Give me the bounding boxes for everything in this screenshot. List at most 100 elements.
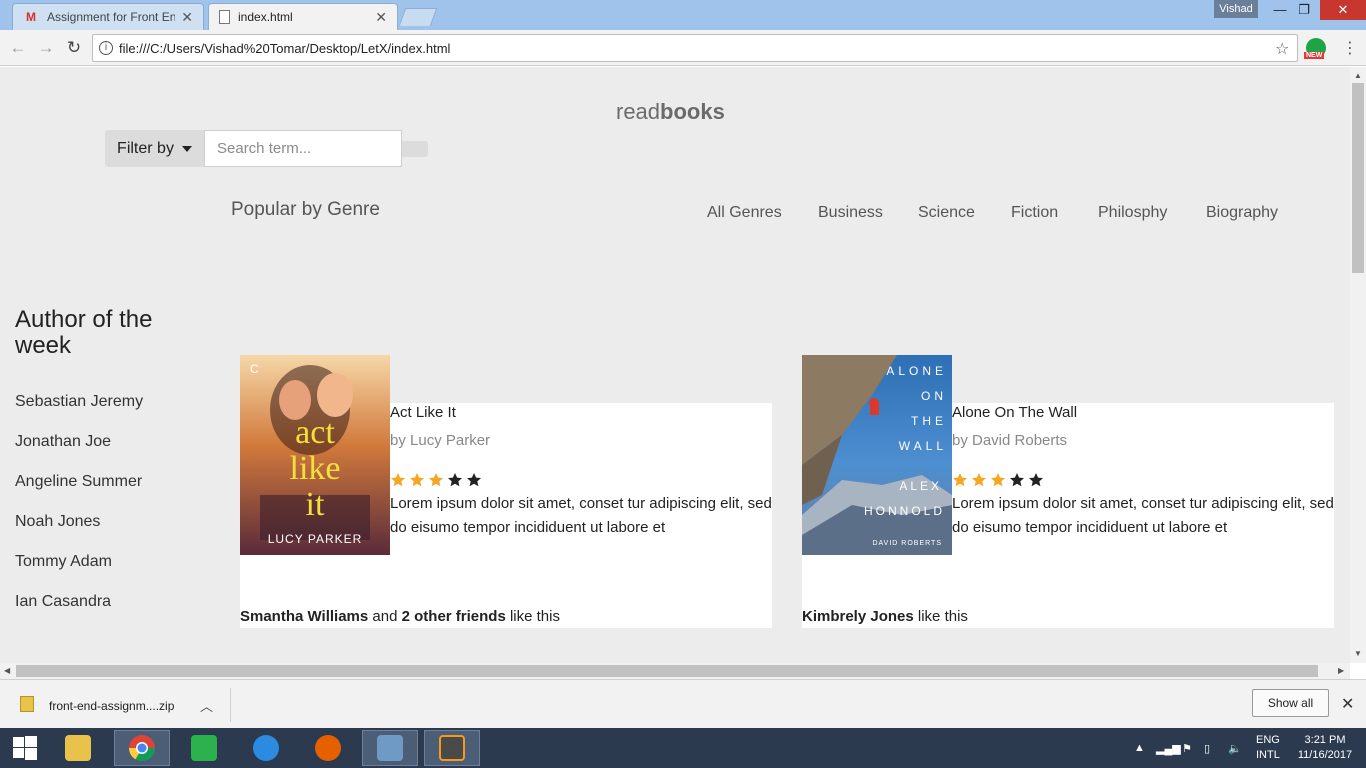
menu-icon[interactable]: ⋮ xyxy=(1342,38,1358,58)
profile-badge[interactable]: Vishad xyxy=(1214,0,1258,18)
cover-title-text: WALL xyxy=(899,439,947,453)
likes-suffix: like this xyxy=(509,608,560,625)
new-tab-button[interactable] xyxy=(398,8,438,26)
site-logo[interactable]: readbooks xyxy=(616,99,725,125)
author-link[interactable]: Noah Jones xyxy=(15,513,100,531)
liker-name[interactable]: Smantha Williams xyxy=(240,608,368,625)
scroll-right-icon[interactable]: ▶ xyxy=(1338,666,1344,675)
book-author[interactable]: by David Roberts xyxy=(952,432,1067,449)
scroll-down-icon[interactable]: ▼ xyxy=(1354,649,1362,658)
info-icon[interactable]: i xyxy=(99,41,113,55)
horizontal-scroll-thumb[interactable] xyxy=(16,665,1318,677)
genre-all[interactable]: All Genres xyxy=(707,204,782,222)
cover-title-text: it xyxy=(306,486,325,523)
lang-line-2: INTL xyxy=(1256,749,1280,761)
lang-line-1: ENG xyxy=(1256,734,1280,746)
liker-name[interactable]: Kimbrely Jones xyxy=(802,608,914,625)
filter-dropdown[interactable]: Filter by xyxy=(105,130,204,167)
book-cover-image[interactable]: act like it LUCY PARKER C xyxy=(240,355,390,555)
tab-index[interactable]: index.html ✕ xyxy=(208,3,398,30)
firefox-icon[interactable] xyxy=(300,730,356,766)
book-description: Lorem ipsum dolor sit amet, conset tur a… xyxy=(390,495,772,536)
chrome-logo xyxy=(128,735,156,762)
file-explorer-icon[interactable] xyxy=(50,730,106,766)
cover-art-alone-on-the-wall: ALONE ON THE WALL ALEX HONNOLD DAVID ROB… xyxy=(802,355,952,555)
cover-author-text: LUCY PARKER xyxy=(268,532,363,546)
show-all-button[interactable]: Show all xyxy=(1252,689,1329,717)
book-title[interactable]: Act Like It xyxy=(390,404,456,421)
star-empty-icon xyxy=(448,473,462,487)
tab-gmail[interactable]: M Assignment for Front Enc ✕ xyxy=(12,3,204,30)
liker-others[interactable]: 2 other friends xyxy=(402,608,506,625)
folder-glyph xyxy=(65,735,91,761)
chrome-icon[interactable] xyxy=(114,730,170,766)
author-link[interactable]: Jonathan Joe xyxy=(15,433,111,451)
star-filled-icon xyxy=(991,473,1005,487)
address-bar[interactable]: i file:///C:/Users/Vishad%20Tomar/Deskto… xyxy=(92,34,1298,62)
star-empty-icon xyxy=(1029,473,1043,487)
tab-close-icon[interactable]: ✕ xyxy=(375,9,387,26)
vertical-scrollbar[interactable]: ▲ ▼ xyxy=(1350,67,1366,663)
download-file-name[interactable]: front-end-assignm....zip xyxy=(49,699,174,713)
chevron-up-icon[interactable]: ︿ xyxy=(200,696,213,715)
author-link[interactable]: Ian Casandra xyxy=(15,593,111,611)
reload-icon[interactable]: ↻ xyxy=(64,38,84,58)
filter-label: Filter by xyxy=(117,139,174,157)
author-link[interactable]: Tommy Adam xyxy=(15,553,112,571)
store-glyph xyxy=(191,735,217,761)
gmail-icon: M xyxy=(26,10,36,24)
sublime-text-icon[interactable] xyxy=(424,730,480,766)
genre-business[interactable]: Business xyxy=(818,204,883,222)
cover-title-text: THE xyxy=(911,414,947,428)
search-input[interactable] xyxy=(204,130,402,167)
tab-close-icon[interactable]: ✕ xyxy=(181,9,193,26)
scroll-up-icon[interactable]: ▲ xyxy=(1354,71,1362,80)
star-filled-icon xyxy=(429,473,443,487)
genre-biography[interactable]: Biography xyxy=(1206,204,1278,222)
page-viewport: readbooks Filter by Popular by Genre All… xyxy=(0,67,1350,663)
caret-down-icon xyxy=(181,145,192,152)
tab-label: Assignment for Front Enc xyxy=(47,10,176,24)
star-filled-icon xyxy=(391,473,405,487)
cover-title-text: ALONE xyxy=(886,364,947,378)
cover-art-act-like-it: act like it LUCY PARKER C xyxy=(240,355,390,555)
book-cover-image[interactable]: ALONE ON THE WALL ALEX HONNOLD DAVID ROB… xyxy=(802,355,952,555)
system-clock[interactable]: 3:21 PM 11/16/2017 xyxy=(1292,733,1358,763)
close-window-icon[interactable]: ✕ xyxy=(1320,0,1366,20)
photos-icon[interactable] xyxy=(362,730,418,766)
store-icon[interactable] xyxy=(176,730,232,766)
search-group: Filter by xyxy=(105,130,428,167)
vertical-scroll-thumb[interactable] xyxy=(1352,83,1364,273)
horizontal-scrollbar[interactable]: ◀ ▶ xyxy=(0,663,1350,679)
input-language[interactable]: ENG INTL xyxy=(1256,733,1280,763)
genre-fiction[interactable]: Fiction xyxy=(1011,204,1058,222)
network-icon[interactable]: ▂▄▆ xyxy=(1156,728,1181,768)
internet-explorer-icon[interactable] xyxy=(238,730,294,766)
volume-icon[interactable]: 🔈 xyxy=(1228,728,1242,768)
cover-title-text: like xyxy=(290,450,341,487)
extension-badge: NEW xyxy=(1304,52,1325,59)
author-of-week-title: Author of the week xyxy=(15,306,153,359)
genre-science[interactable]: Science xyxy=(918,204,975,222)
logo-light: read xyxy=(616,99,661,124)
author-link[interactable]: Angeline Summer xyxy=(15,473,142,491)
search-button[interactable] xyxy=(402,140,428,157)
tray-chevron-icon[interactable]: ▲ xyxy=(1134,728,1145,768)
back-icon[interactable]: ← xyxy=(8,38,28,58)
bookmark-star-icon[interactable]: ☆ xyxy=(1275,39,1291,58)
book-author[interactable]: by Lucy Parker xyxy=(390,432,490,449)
author-link[interactable]: Sebastian Jeremy xyxy=(15,393,143,411)
close-icon[interactable]: ✕ xyxy=(1341,694,1354,714)
forward-icon[interactable]: → xyxy=(36,38,56,58)
windows-start-icon[interactable] xyxy=(0,730,50,766)
book-title[interactable]: Alone On The Wall xyxy=(952,404,1077,421)
ie-glyph xyxy=(253,735,279,761)
windows-taskbar: ▲ ▂▄▆ ⚑ ▯ 🔈 ENG INTL 3:21 PM 11/16/2017 xyxy=(0,728,1366,768)
document-icon xyxy=(219,10,230,24)
restore-icon[interactable]: ❐ xyxy=(1290,0,1318,20)
action-center-flag-icon[interactable]: ⚑ xyxy=(1182,728,1192,768)
battery-icon[interactable]: ▯ xyxy=(1204,728,1210,768)
divider xyxy=(230,688,231,722)
genre-philosophy[interactable]: Philosphy xyxy=(1098,204,1167,222)
scroll-left-icon[interactable]: ◀ xyxy=(4,666,10,675)
